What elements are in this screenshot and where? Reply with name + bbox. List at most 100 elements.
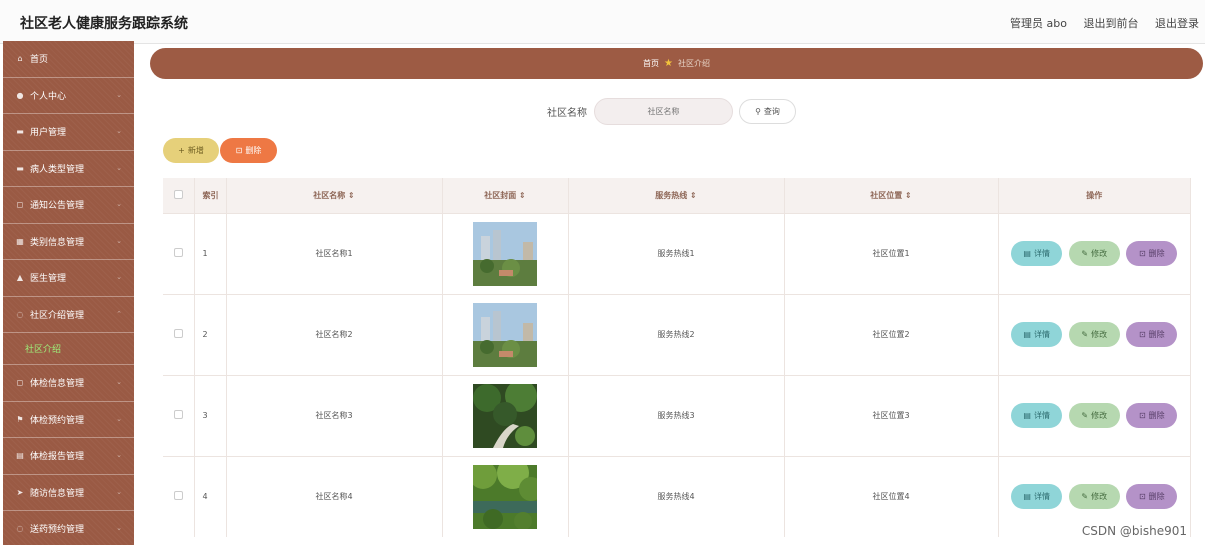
row-checkbox[interactable]: [174, 410, 183, 419]
detail-button-label: 详情: [1034, 329, 1050, 340]
document-icon: ▤: [1023, 249, 1031, 258]
search-button[interactable]: ⚲ 查询: [739, 99, 796, 124]
users-icon: ▬: [15, 127, 25, 137]
send-icon: ➤: [15, 487, 25, 497]
sidebar-item-patient-type[interactable]: ▬病人类型管理⌄: [3, 151, 134, 188]
sidebar-item-label: 社区介绍管理: [30, 308, 84, 321]
plus-icon: +: [178, 146, 185, 155]
row-actions: ▤详情 ✎修改 ⊡删除: [998, 213, 1191, 294]
col-cover[interactable]: 社区封面 ⇕: [442, 178, 568, 213]
sidebar-item-label: 首页: [30, 52, 48, 65]
sidebar-item-users[interactable]: ▬用户管理⌄: [3, 114, 134, 151]
pencil-icon: ✎: [1081, 492, 1088, 501]
edit-button-label: 修改: [1091, 248, 1107, 259]
home-icon: ⌂: [15, 54, 25, 64]
detail-button[interactable]: ▤详情: [1011, 484, 1062, 509]
delete-button[interactable]: ⊡删除: [1126, 403, 1177, 428]
detail-button[interactable]: ▤详情: [1011, 403, 1062, 428]
edit-button-label: 修改: [1091, 491, 1107, 502]
sidebar-item-category[interactable]: ▦类别信息管理⌄: [3, 224, 134, 261]
edit-button-label: 修改: [1091, 410, 1107, 421]
sidebar-item-personal[interactable]: ● 个人中心 ⌄: [3, 78, 134, 115]
add-button[interactable]: + 新增: [163, 138, 219, 163]
batch-delete-button[interactable]: ⊡ 删除: [220, 138, 277, 163]
batch-delete-label: 删除: [245, 145, 261, 156]
trash-icon: ⊡: [1139, 249, 1146, 258]
sort-icon: ⇕: [348, 191, 355, 200]
chevron-down-icon: ⌄: [116, 237, 122, 245]
detail-button-label: 详情: [1034, 491, 1050, 502]
sidebar-item-label: 体检报告管理: [30, 449, 84, 462]
logout-link[interactable]: 退出登录: [1155, 17, 1199, 30]
cover-image[interactable]: [473, 384, 537, 448]
edit-button[interactable]: ✎修改: [1069, 403, 1120, 428]
delete-button[interactable]: ⊡删除: [1126, 241, 1177, 266]
sidebar-subitem-community-intro[interactable]: 社区介绍: [3, 333, 134, 365]
col-location[interactable]: 社区位置 ⇕: [784, 178, 998, 213]
search-button-label: 查询: [764, 106, 780, 117]
sidebar-item-doctor[interactable]: ▲医生管理⌄: [3, 260, 134, 297]
trash-icon: ⊡: [1139, 411, 1146, 420]
col-index: 索引: [194, 178, 226, 213]
sidebar-item-exam-booking[interactable]: ⚑体检预约管理⌄: [3, 402, 134, 439]
sidebar-item-followup[interactable]: ➤随访信息管理⌄: [3, 475, 134, 512]
edit-button[interactable]: ✎修改: [1069, 484, 1120, 509]
edit-button[interactable]: ✎修改: [1069, 241, 1120, 266]
admin-user-label[interactable]: 管理员 abo: [1010, 17, 1067, 30]
sidebar-item-exam-report[interactable]: ▤体检报告管理⌄: [3, 438, 134, 475]
detail-button[interactable]: ▤详情: [1011, 322, 1062, 347]
row-checkbox[interactable]: [174, 491, 183, 500]
chevron-down-icon: ⌄: [116, 91, 122, 99]
row-hotline: 服务热线2: [568, 294, 784, 375]
doctor-icon: ▲: [15, 273, 25, 283]
table-row: 2 社区名称2 服务热线2 社区位置2 ▤详情 ✎修改 ⊡删除: [163, 294, 1191, 375]
delete-button[interactable]: ⊡删除: [1126, 484, 1177, 509]
cover-image[interactable]: [473, 303, 537, 367]
document-icon: ▤: [1023, 330, 1031, 339]
delete-button-label: 删除: [1149, 410, 1165, 421]
sidebar-item-label: 送药预约管理: [30, 522, 84, 535]
row-hotline: 服务热线1: [568, 213, 784, 294]
row-location: 社区位置3: [784, 375, 998, 456]
row-location: 社区位置1: [784, 213, 998, 294]
notice-icon: ◻: [15, 200, 25, 210]
row-index: 4: [194, 456, 226, 537]
row-checkbox[interactable]: [174, 248, 183, 257]
sidebar-item-label: 类别信息管理: [30, 235, 84, 248]
search-input[interactable]: [594, 98, 733, 125]
table-header-row: 索引 社区名称 ⇕ 社区封面 ⇕ 服务热线 ⇕ 社区位置 ⇕ 操作: [163, 178, 1191, 213]
sidebar-item-label: 个人中心: [30, 89, 66, 102]
medicine-icon: ◌: [15, 524, 25, 534]
sidebar-item-community[interactable]: ◌社区介绍管理⌃: [3, 297, 134, 334]
flag-icon: ⚑: [15, 414, 25, 424]
col-hotline[interactable]: 服务热线 ⇕: [568, 178, 784, 213]
detail-button[interactable]: ▤详情: [1011, 241, 1062, 266]
chevron-up-icon: ⌃: [116, 310, 122, 318]
sidebar-item-exam-info[interactable]: ◻体检信息管理⌄: [3, 365, 134, 402]
community-table: 索引 社区名称 ⇕ 社区封面 ⇕ 服务热线 ⇕ 社区位置 ⇕ 操作 1 社区名称…: [163, 178, 1191, 537]
sidebar-item-label: 体检信息管理: [30, 376, 84, 389]
add-button-label: 新增: [188, 145, 204, 156]
star-icon: ★: [664, 58, 673, 69]
select-all-checkbox[interactable]: [174, 190, 183, 199]
cover-image[interactable]: [473, 465, 537, 529]
delete-button[interactable]: ⊡删除: [1126, 322, 1177, 347]
col-hotline-label: 服务热线: [655, 191, 687, 200]
row-checkbox[interactable]: [174, 329, 183, 338]
sort-icon: ⇕: [690, 191, 697, 200]
edit-button[interactable]: ✎修改: [1069, 322, 1120, 347]
user-icon: ●: [15, 90, 25, 100]
sidebar-item-notice[interactable]: ◻通知公告管理⌄: [3, 187, 134, 224]
back-to-front-link[interactable]: 退出到前台: [1084, 17, 1139, 30]
breadcrumb-home[interactable]: 首页: [643, 58, 659, 69]
delete-button-label: 删除: [1149, 248, 1165, 259]
row-index: 2: [194, 294, 226, 375]
sidebar-item-home[interactable]: ⌂ 首页: [3, 41, 134, 78]
document-icon: ▤: [1023, 411, 1031, 420]
breadcrumb-current: 社区介绍: [678, 58, 710, 69]
sidebar-item-medicine[interactable]: ◌送药预约管理⌄: [3, 511, 134, 548]
cover-image[interactable]: [473, 222, 537, 286]
sidebar-item-label: 病人类型管理: [30, 162, 84, 175]
col-name[interactable]: 社区名称 ⇕: [226, 178, 442, 213]
col-name-label: 社区名称: [313, 191, 345, 200]
